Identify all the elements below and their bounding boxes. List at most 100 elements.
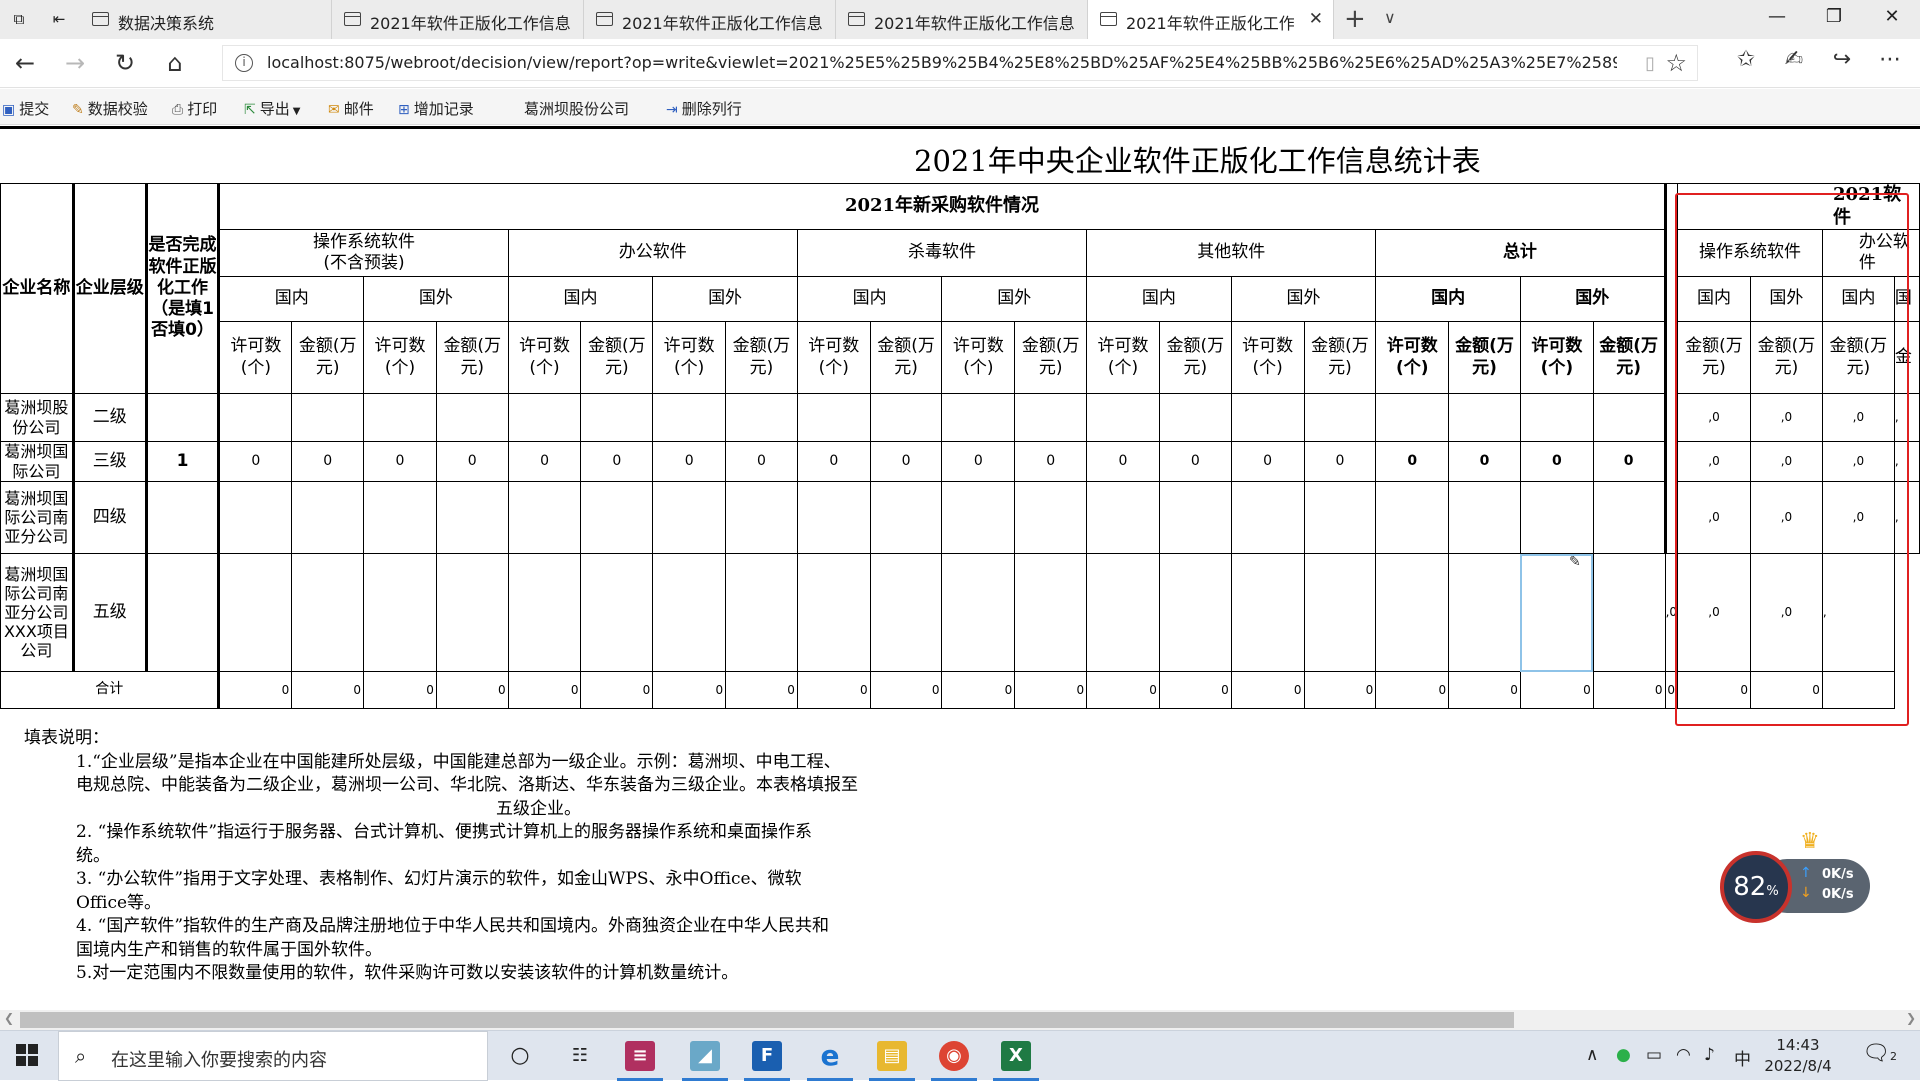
system-clock[interactable]: 14:43 2022/8/4 — [1758, 1035, 1838, 1077]
formula-value-cell[interactable]: ,0 — [1749, 393, 1823, 442]
company-selector[interactable]: 葛洲坝股份公司 — [524, 98, 629, 119]
value-input-cell[interactable] — [796, 553, 871, 672]
value-input-cell[interactable] — [1592, 481, 1666, 554]
value-input-cell[interactable] — [1448, 393, 1521, 442]
value-input-cell[interactable] — [1158, 553, 1232, 672]
windows-start-icon[interactable] — [16, 1044, 38, 1066]
value-input-cell[interactable] — [1158, 393, 1232, 442]
value-input-cell[interactable] — [796, 481, 871, 554]
mail-button[interactable]: ✉ 邮件 — [328, 98, 374, 119]
formula-value-cell[interactable]: ,0 — [1821, 481, 1895, 554]
value-input-cell[interactable] — [652, 481, 727, 554]
site-info-icon[interactable]: i — [235, 54, 253, 72]
value-input-cell[interactable] — [941, 553, 1016, 672]
value-input-cell[interactable] — [1303, 481, 1377, 554]
formula-value-cell[interactable]: , — [1893, 441, 1920, 482]
pen-icon[interactable]: ✍ — [1778, 47, 1810, 72]
favorite-star-icon[interactable]: ☆ — [1665, 49, 1687, 77]
scrollbar-thumb[interactable] — [20, 1012, 1514, 1028]
submit-button[interactable]: ▣ 提交 — [2, 98, 49, 119]
new-tab-button[interactable]: + — [1344, 4, 1366, 34]
value-input-cell[interactable] — [1014, 553, 1088, 672]
tab-report-active[interactable]: 2021年软件正版化工作信 ✕ — [1088, 0, 1334, 39]
value-input-cell[interactable]: 0 — [796, 441, 871, 482]
formula-value-cell[interactable]: ,0 — [1677, 481, 1751, 554]
formula-value-cell[interactable]: , — [1893, 481, 1920, 554]
export-button[interactable]: ⇱ 导出 ▼ — [244, 98, 300, 119]
value-input-cell[interactable] — [1375, 553, 1450, 672]
value-input-cell[interactable] — [1448, 481, 1521, 554]
battery-icon[interactable]: ▭ — [1646, 1045, 1662, 1065]
completed-input-cell[interactable]: 1 — [145, 441, 221, 482]
value-input-cell[interactable] — [218, 553, 293, 672]
value-input-cell[interactable]: 0 — [291, 441, 365, 482]
value-input-cell[interactable] — [1086, 393, 1160, 442]
chrome-browser-icon[interactable]: ◉ — [931, 1041, 977, 1081]
value-input-cell[interactable] — [291, 481, 365, 554]
value-input-cell[interactable] — [1519, 393, 1594, 442]
restore-button[interactable]: ❐ — [1819, 6, 1849, 27]
formula-value-cell[interactable]: , — [1893, 393, 1920, 442]
file-explorer-icon[interactable]: ▤ — [869, 1041, 915, 1081]
delete-row-button[interactable]: ⇥ 删除列行 — [666, 98, 742, 119]
formula-value-cell[interactable]: ,0 — [1677, 441, 1751, 482]
ime-indicator[interactable]: 中 — [1734, 1045, 1751, 1070]
completed-input-cell[interactable] — [145, 393, 221, 442]
value-input-cell[interactable] — [652, 393, 727, 442]
value-input-cell[interactable]: 0 — [1448, 441, 1521, 482]
add-record-button[interactable]: ⊞ 增加记录 — [398, 98, 474, 119]
value-input-cell[interactable]: 0 — [1303, 441, 1377, 482]
minimize-button[interactable]: — — [1762, 6, 1792, 27]
close-window-button[interactable]: ✕ — [1877, 6, 1907, 27]
value-input-cell[interactable] — [869, 481, 943, 554]
edge-browser-icon[interactable]: e — [807, 1041, 853, 1081]
task-view-icon[interactable]: ☷ — [565, 1041, 595, 1071]
completed-input-cell[interactable] — [145, 481, 221, 554]
finereport-app-icon[interactable]: F — [744, 1041, 790, 1081]
value-input-cell[interactable]: 0 — [1014, 441, 1088, 482]
value-input-cell[interactable] — [1014, 481, 1088, 554]
refresh-icon[interactable]: ↻ — [110, 49, 140, 77]
value-input-cell[interactable] — [1519, 481, 1594, 554]
formula-value-cell[interactable]: ,0 — [1749, 553, 1823, 672]
set-aside-tabs-icon[interactable]: ⇤ — [48, 8, 70, 30]
formula-value-cell[interactable]: ,0 — [1664, 553, 1679, 672]
value-input-cell[interactable] — [1592, 553, 1666, 672]
value-input-cell[interactable]: 0 — [363, 441, 437, 482]
value-input-cell[interactable]: 0 — [1158, 441, 1232, 482]
close-tab-icon[interactable]: ✕ — [1309, 9, 1323, 29]
value-input-cell[interactable] — [941, 393, 1016, 442]
formula-value-cell[interactable]: ,0 — [1749, 441, 1823, 482]
value-input-cell[interactable] — [869, 553, 943, 672]
database-app-icon[interactable]: ≡ — [617, 1041, 663, 1081]
formula-value-cell[interactable]: ,0 — [1677, 393, 1751, 442]
value-input-cell[interactable]: 0 — [869, 441, 943, 482]
value-input-cell[interactable] — [869, 393, 943, 442]
scroll-left-icon[interactable]: ❮ — [4, 1011, 14, 1025]
value-input-cell[interactable] — [1230, 553, 1305, 672]
value-input-cell[interactable] — [1519, 553, 1594, 672]
back-arrow-icon[interactable]: ← — [10, 49, 40, 77]
network-speed-widget[interactable]: ♛ 82% ↑ ↓ 0K/s 0K/s — [1720, 829, 1870, 923]
value-input-cell[interactable] — [725, 393, 798, 442]
horizontal-scrollbar[interactable]: ❮ ❯ — [0, 1010, 1920, 1030]
volume-icon[interactable]: ♪ — [1704, 1045, 1715, 1065]
value-input-cell[interactable] — [435, 553, 509, 672]
value-input-cell[interactable]: 0 — [1230, 441, 1305, 482]
tab-decision-system[interactable]: 数据决策系统 — [80, 0, 332, 39]
reading-view-icon[interactable]: ▯ — [1645, 53, 1655, 74]
value-input-cell[interactable] — [941, 481, 1016, 554]
formula-value-cell[interactable]: , — [1821, 553, 1895, 672]
formula-value-cell[interactable]: ,0 — [1821, 393, 1895, 442]
home-icon[interactable]: ⌂ — [160, 49, 190, 77]
show-hidden-icons-icon[interactable]: ∧ — [1586, 1045, 1598, 1065]
notes-app-icon[interactable]: ◢ — [682, 1041, 728, 1081]
value-input-cell[interactable] — [580, 481, 654, 554]
tab-actions-icon[interactable]: ⧉ — [8, 8, 30, 30]
forward-arrow-icon[interactable]: → — [60, 49, 90, 77]
value-input-cell[interactable] — [1158, 481, 1232, 554]
value-input-cell[interactable] — [1303, 553, 1377, 672]
value-input-cell[interactable]: 0 — [725, 441, 798, 482]
value-input-cell[interactable] — [1448, 553, 1521, 672]
value-input-cell[interactable] — [796, 393, 871, 442]
